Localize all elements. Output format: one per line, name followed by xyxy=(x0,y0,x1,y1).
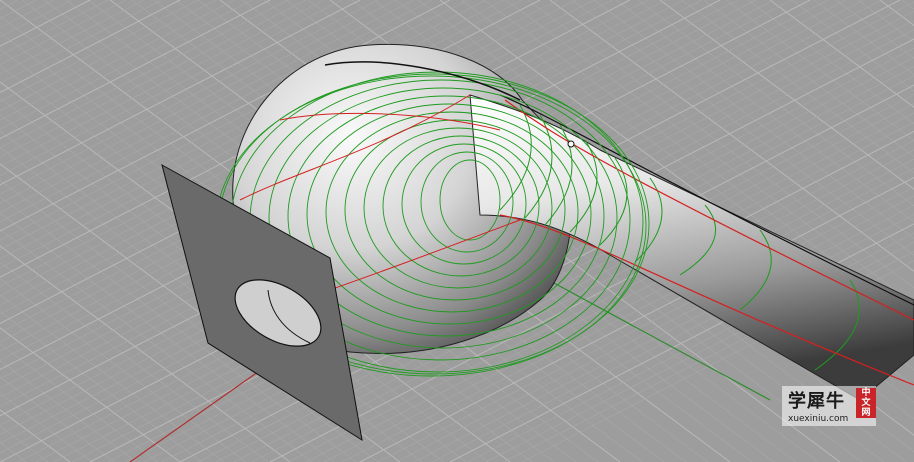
badge-char: 网 xyxy=(861,408,871,418)
grid-line xyxy=(0,311,203,462)
control-point[interactable] xyxy=(567,140,575,148)
grid-line xyxy=(0,376,115,462)
watermark-text: 学犀牛 xyxy=(788,391,845,412)
watermark-url: xuexiniu.com xyxy=(788,414,849,424)
badge-char: 文 xyxy=(861,398,871,408)
badge-char: 中 xyxy=(861,388,871,398)
grid-line xyxy=(0,442,27,462)
watermark-logo: 学犀牛 中 文 网 xuexiniu.com xyxy=(782,386,876,426)
grid-line xyxy=(0,409,71,462)
scene-canvas[interactable] xyxy=(0,0,914,462)
watermark-badge: 中 文 网 xyxy=(856,388,876,418)
rhino-perspective-viewport[interactable]: 学犀牛 中 文 网 xuexiniu.com xyxy=(0,0,914,462)
